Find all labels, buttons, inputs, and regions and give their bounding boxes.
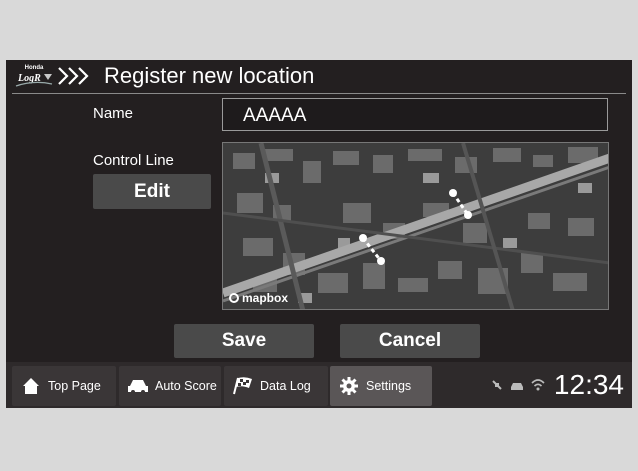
save-button[interactable]: Save [174, 324, 314, 358]
cancel-button[interactable]: Cancel [340, 324, 480, 358]
wifi-icon [531, 379, 545, 391]
bottom-nav: Top Page Auto Score Data Log Settings 12… [6, 362, 632, 408]
page-title: Register new location [104, 63, 315, 88]
tab-data-log[interactable]: Data Log [224, 366, 328, 406]
mapbox-logo-icon [229, 293, 239, 303]
satellite-icon [492, 380, 502, 390]
home-icon [20, 375, 42, 397]
name-value: AAAAA [243, 105, 307, 126]
name-label: Name [93, 105, 134, 122]
status-icons [490, 378, 546, 392]
tab-auto-score[interactable]: Auto Score [119, 366, 221, 406]
control-line-label: Control Line [93, 152, 174, 169]
logo-swoosh-icon [15, 74, 53, 87]
tab-label: Data Log [260, 379, 311, 393]
car-connection-icon [511, 383, 523, 390]
tab-label: Settings [366, 379, 412, 393]
checkered-flag-icon [232, 375, 254, 397]
header: Honda LogR Register new location [6, 60, 632, 94]
edit-button[interactable]: Edit [93, 174, 211, 209]
satellite-map-image [223, 143, 608, 309]
name-field[interactable]: AAAAA [222, 98, 608, 131]
screen: Honda LogR Register new location Name AA… [6, 60, 632, 408]
car-icon [127, 375, 149, 397]
header-divider [12, 93, 626, 94]
tab-label: Top Page [48, 379, 101, 393]
tab-label: Auto Score [155, 379, 217, 393]
mapbox-label: mapbox [242, 291, 289, 305]
control-line-map[interactable]: mapbox [222, 142, 609, 310]
gear-icon [338, 375, 360, 397]
logo: Honda LogR [14, 65, 54, 89]
tab-top-page[interactable]: Top Page [12, 366, 116, 406]
mapbox-attribution: mapbox [229, 291, 288, 305]
back-chevrons-icon[interactable] [56, 64, 94, 88]
tab-settings[interactable]: Settings [330, 366, 432, 406]
clock: 12:34 [553, 369, 624, 400]
